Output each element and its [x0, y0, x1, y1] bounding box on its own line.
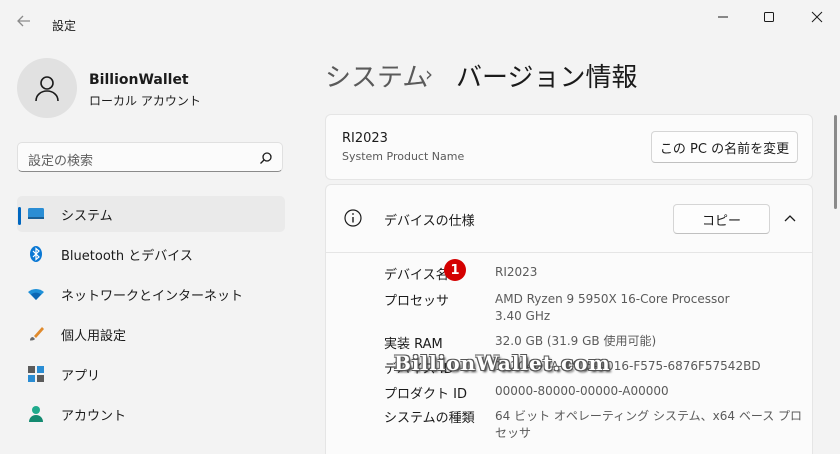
minimize-button[interactable] — [700, 0, 746, 34]
spec-key-product-id: プロダクト ID — [384, 387, 467, 402]
maximize-button[interactable] — [746, 0, 792, 34]
spec-key-ram: 実装 RAM — [384, 337, 443, 352]
search-input[interactable]: 設定の検索 — [17, 142, 283, 172]
window-title: 設定 — [52, 19, 77, 33]
scrollbar[interactable] — [834, 115, 837, 209]
product-name-label: System Product Name — [342, 150, 465, 163]
account-type: ローカル アカウント — [89, 94, 201, 108]
avatar[interactable] — [17, 58, 77, 118]
spec-value-system-type: 64 ビット オペレーティング システム、x64 ベース プロ — [495, 409, 803, 423]
specs-title: デバイスの仕様 — [384, 214, 475, 229]
spec-value-ram: 32.0 GB (31.9 GB 使用可能) — [495, 334, 657, 348]
chevron-up-icon[interactable] — [780, 208, 800, 228]
back-arrow-icon[interactable] — [12, 12, 36, 36]
user-name: BillionWallet — [89, 72, 189, 88]
spec-key-device-name: デバイス名 — [384, 268, 449, 283]
sidebar-item-network[interactable]: ネットワークとインターネット — [17, 276, 285, 312]
sidebar-item-label: アプリ — [61, 369, 101, 384]
monitor-icon — [28, 208, 44, 219]
copy-button[interactable]: コピー — [673, 204, 770, 234]
sidebar-item-label: Bluetooth とデバイス — [61, 249, 193, 264]
close-icon — [811, 11, 823, 23]
person-icon — [29, 406, 43, 422]
spec-value-processor: AMD Ryzen 9 5950X 16-Core Processor — [495, 292, 730, 306]
bluetooth-icon — [30, 246, 42, 262]
search-placeholder: 設定の検索 — [28, 154, 94, 169]
paintbrush-icon — [30, 327, 44, 341]
minimize-icon — [718, 16, 728, 18]
sidebar-item-bluetooth[interactable]: Bluetooth とデバイス — [17, 236, 285, 272]
divider — [326, 252, 812, 253]
spec-key-system-type: システムの種類 — [384, 411, 475, 426]
maximize-icon — [764, 12, 774, 22]
sidebar-item-label: システム — [61, 209, 113, 224]
breadcrumb-parent[interactable]: システム — [325, 57, 428, 94]
search-icon[interactable] — [258, 150, 274, 166]
sidebar-item-label: アカウント — [61, 409, 127, 424]
apps-icon — [28, 366, 44, 382]
wifi-icon — [28, 289, 44, 300]
spec-value-product-id: 00000-80000-00000-A00000 — [495, 384, 669, 398]
sidebar-item-personalization[interactable]: 個人用設定 — [17, 316, 285, 352]
step-badge: 1 — [444, 259, 466, 281]
breadcrumb-separator: › — [425, 62, 433, 86]
page-title: バージョン情報 — [456, 63, 638, 93]
device-name: RI2023 — [342, 131, 388, 146]
sidebar-item-system[interactable]: システム — [17, 196, 285, 232]
person-icon — [35, 76, 59, 102]
info-icon — [344, 209, 362, 227]
watermark: BillionWallet.com — [394, 351, 611, 375]
sidebar-item-label: ネットワークとインターネット — [61, 289, 244, 304]
spec-key-processor: プロセッサ — [384, 294, 450, 309]
selection-indicator — [18, 207, 21, 225]
sidebar-item-accounts[interactable]: アカウント — [17, 396, 285, 432]
sidebar-item-label: 個人用設定 — [61, 329, 127, 344]
spec-value-device-name: RI2023 — [495, 265, 538, 279]
spec-value-processor-speed: 3.40 GHz — [495, 309, 551, 323]
sidebar-item-apps[interactable]: アプリ — [17, 356, 285, 392]
close-button[interactable] — [794, 0, 840, 34]
rename-pc-button[interactable]: この PC の名前を変更 — [651, 131, 798, 163]
spec-value-system-type-cont: セッサ — [495, 426, 532, 440]
